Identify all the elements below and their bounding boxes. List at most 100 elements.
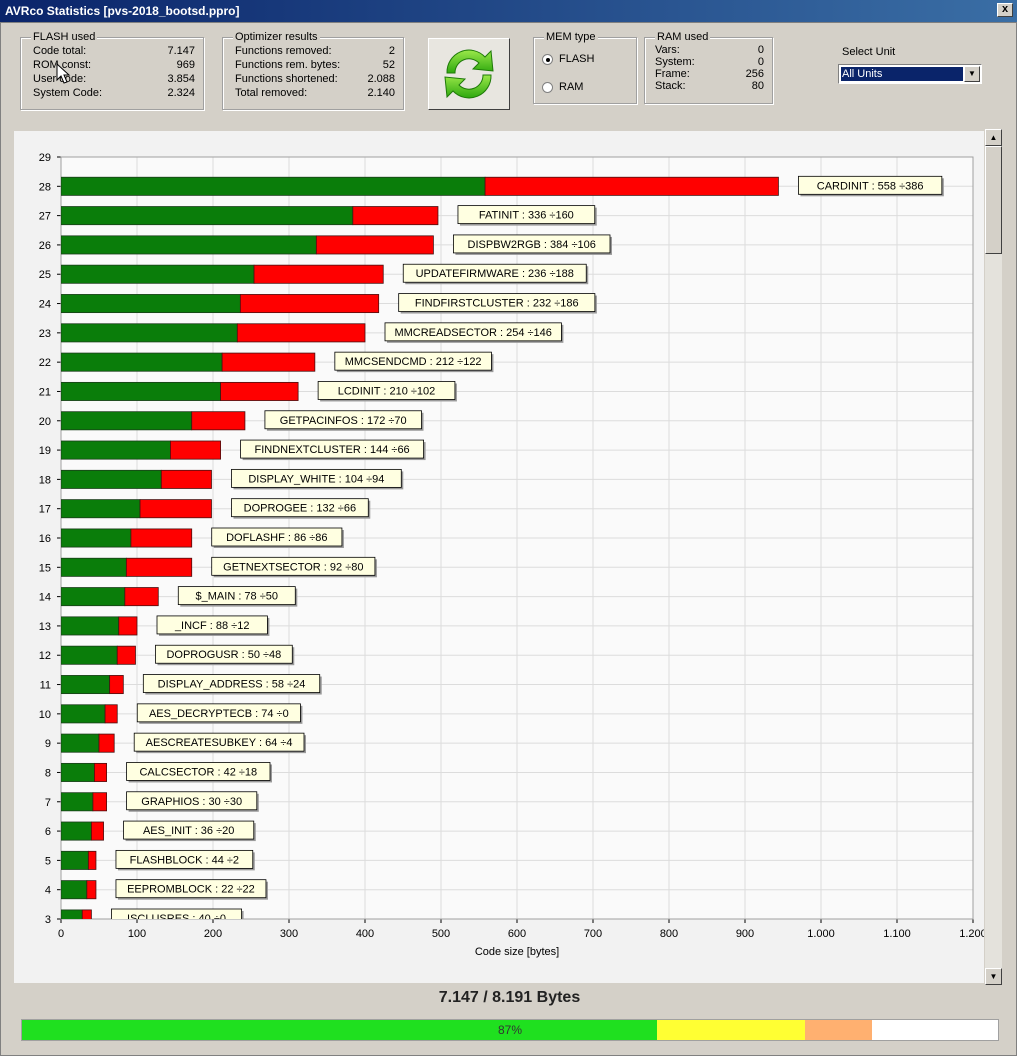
- bar-used: [61, 264, 255, 284]
- bar-used: [61, 850, 89, 870]
- bar-removed: [170, 440, 222, 460]
- bar-removed: [104, 704, 118, 724]
- bar-removed: [81, 909, 92, 919]
- y-tick-label: 23: [39, 328, 51, 340]
- flash-used-title: FLASH used: [31, 31, 98, 43]
- radio-ram[interactable]: RAM: [542, 81, 583, 93]
- x-axis-label: Code size [bytes]: [475, 946, 559, 958]
- flash-row: User code: 3.854: [33, 73, 195, 85]
- bar-used: [61, 762, 95, 782]
- y-tick-label: 11: [40, 680, 51, 692]
- x-tick-label: 800: [660, 928, 678, 940]
- select-unit-label: Select Unit: [842, 46, 896, 58]
- bar-used: [61, 645, 118, 665]
- flash-row: ROM const: 969: [33, 59, 195, 71]
- mouse-cursor-icon: [56, 63, 71, 84]
- bar-removed: [253, 264, 384, 284]
- close-button[interactable]: x: [997, 3, 1013, 17]
- bar-used: [61, 294, 241, 314]
- bar-removed: [87, 850, 97, 870]
- y-tick-label: 6: [45, 826, 51, 838]
- y-tick-label: 21: [39, 386, 51, 398]
- x-tick-label: 1.100: [883, 928, 911, 940]
- data-label: DISPLAY_WHITE : 104 ÷94: [248, 473, 384, 485]
- bar-used: [61, 206, 354, 226]
- bar-removed: [130, 528, 193, 548]
- data-label: AESCREATESUBKEY : 64 ÷4: [146, 737, 293, 749]
- x-tick-label: 400: [356, 928, 374, 940]
- data-label: _INCF : 88 ÷12: [174, 620, 250, 632]
- x-tick-label: 200: [204, 928, 222, 940]
- bar-removed: [91, 821, 104, 841]
- radio-ram-circle[interactable]: [542, 81, 553, 93]
- data-label: UPDATEFIRMWARE : 236 ÷188: [416, 268, 574, 280]
- optimizer-row: Functions shortened: 2.088: [235, 73, 395, 85]
- flash-used-group: FLASH used Code total: 7.147 ROM const: 96…: [20, 31, 204, 110]
- bar-removed: [125, 557, 193, 577]
- y-tick-label: 3: [45, 914, 51, 926]
- data-label: DOFLASHF : 86 ÷86: [226, 532, 327, 544]
- ram-row: Stack: 80: [655, 80, 764, 92]
- bar-removed: [98, 733, 115, 753]
- y-tick-label: 28: [39, 181, 51, 193]
- bar-used: [61, 675, 111, 695]
- bar-used: [61, 469, 162, 489]
- y-tick-label: 26: [39, 240, 51, 252]
- bar-used: [61, 557, 127, 577]
- bar-used: [61, 616, 120, 636]
- bar-removed: [220, 381, 299, 401]
- optimizer-row: Functions rem. bytes: 52: [235, 59, 395, 71]
- scroll-up-button[interactable]: ▲: [985, 129, 1002, 146]
- bar-removed: [139, 499, 212, 519]
- data-label: MMCSENDCMD : 212 ÷122: [345, 356, 482, 368]
- x-tick-label: 600: [508, 928, 526, 940]
- bar-used: [61, 880, 88, 900]
- radio-flash[interactable]: FLASH: [542, 53, 594, 65]
- bar-used: [61, 733, 100, 753]
- flash-usage-progress: 87%: [21, 1019, 999, 1041]
- scroll-down-button[interactable]: ▼: [985, 968, 1002, 985]
- mem-type-group: MEM type FLASH RAM: [533, 31, 637, 104]
- bar-removed: [92, 792, 107, 812]
- data-label: DISPLAY_ADDRESS : 58 ÷24: [158, 679, 306, 691]
- bar-removed: [160, 469, 212, 489]
- bar-removed: [124, 587, 159, 607]
- bar-used: [61, 352, 223, 372]
- chevron-down-icon[interactable]: ▼: [964, 66, 980, 82]
- y-tick-label: 25: [39, 269, 51, 281]
- scroll-thumb[interactable]: [985, 146, 1002, 254]
- y-tick-label: 24: [39, 299, 51, 311]
- bar-used: [61, 821, 92, 841]
- x-tick-label: 300: [280, 928, 298, 940]
- data-label: FATINIT : 336 ÷160: [479, 210, 574, 222]
- bar-used: [61, 440, 171, 460]
- y-tick-label: 8: [45, 767, 51, 779]
- bar-removed: [236, 323, 366, 343]
- y-tick-label: 12: [39, 650, 51, 662]
- bar-removed: [239, 294, 380, 314]
- radio-flash-circle[interactable]: [542, 53, 553, 65]
- bar-used: [61, 587, 126, 607]
- vertical-scrollbar[interactable]: ▲ ▼: [985, 129, 1002, 985]
- y-tick-label: 5: [45, 855, 51, 867]
- y-tick-label: 10: [39, 709, 51, 721]
- refresh-button[interactable]: [428, 38, 510, 110]
- flash-row: Code total: 7.147: [33, 45, 195, 57]
- flash-row: System Code: 2.324: [33, 87, 195, 99]
- x-tick-label: 0: [58, 928, 64, 940]
- data-label: CARDINIT : 558 ÷386: [817, 180, 924, 192]
- x-tick-label: 700: [584, 928, 602, 940]
- bar-used: [61, 381, 222, 401]
- bar-used: [61, 176, 486, 196]
- code-size-chart: 3 4 5 6 7 8 9 10 11 12 13 14 15 16 17 18 19 20 21 22 23 24 25 2…: [39, 152, 987, 958]
- select-unit-dropdown[interactable]: All Units ▼: [838, 64, 982, 84]
- data-label: AES_INIT : 36 ÷20: [143, 825, 234, 837]
- ram-used-title: RAM used: [655, 31, 711, 43]
- data-label: DISPBW2RGB : 384 ÷106: [468, 239, 596, 251]
- bar-removed: [109, 675, 124, 695]
- y-tick-label: 29: [39, 152, 51, 164]
- bar-used: [61, 411, 193, 431]
- progress-percent: 87%: [497, 1023, 523, 1037]
- data-label: FINDFIRSTCLUSTER : 232 ÷186: [415, 298, 579, 310]
- statistics-window: FLASH used Code total: 7.147 ROM const: 96…: [0, 22, 1017, 1056]
